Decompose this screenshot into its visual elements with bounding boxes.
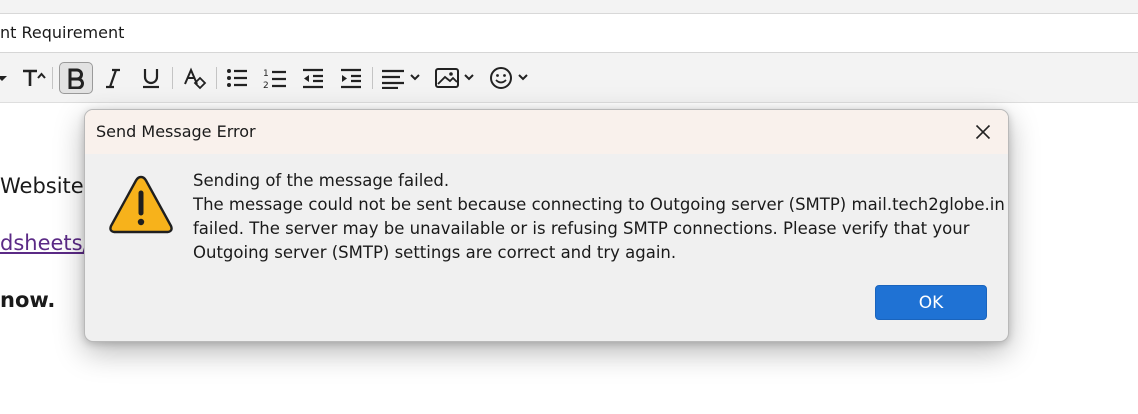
svg-text:1: 1: [263, 69, 269, 79]
ok-button[interactable]: OK: [875, 285, 987, 320]
dialog-title: Send Message Error: [96, 122, 256, 141]
indent-icon[interactable]: [336, 62, 366, 94]
subject-text: nt Requirement: [0, 23, 125, 42]
bold-icon: [68, 68, 84, 89]
close-icon: [975, 124, 991, 140]
bold-button[interactable]: [59, 62, 93, 94]
error-message-line: Outgoing server (SMTP) settings are corr…: [193, 243, 677, 262]
formatting-toolbar: 12: [0, 53, 1138, 103]
toolbar-separator: [372, 67, 373, 89]
subject-field[interactable]: nt Requirement: [0, 14, 1138, 53]
send-message-error-dialog: Send Message Error Sending of the messag…: [84, 109, 1009, 342]
warning-icon: [106, 173, 176, 237]
insert-image-icon[interactable]: [433, 62, 479, 94]
underline-button[interactable]: [136, 62, 166, 94]
dropdown-arrow-icon[interactable]: [0, 62, 10, 94]
italic-button[interactable]: [98, 62, 128, 94]
italic-icon: [106, 68, 120, 89]
font-size-icon[interactable]: [18, 62, 50, 94]
error-message: Sending of the message failed. The messa…: [193, 169, 1005, 265]
body-text-line: now.: [0, 288, 56, 312]
body-link[interactable]: dsheets/: [0, 231, 90, 255]
align-icon[interactable]: [379, 62, 425, 94]
close-button[interactable]: [970, 119, 996, 145]
toolbar-separator: [172, 67, 173, 89]
numbered-list-icon[interactable]: 12: [259, 62, 291, 94]
underline-icon: [143, 69, 159, 89]
svg-text:2: 2: [263, 81, 269, 90]
error-message-line: Sending of the message failed.: [193, 171, 450, 190]
outdent-icon[interactable]: [298, 62, 328, 94]
body-text-line: Website ,: [0, 174, 98, 198]
error-message-line: The message could not be sent because co…: [193, 195, 1005, 214]
toolbar-separator: [52, 67, 53, 89]
emoji-icon[interactable]: [487, 62, 533, 94]
clear-formatting-icon[interactable]: [178, 62, 210, 94]
error-message-line: failed. The server may be unavailable or…: [193, 219, 970, 238]
toolbar-separator: [216, 67, 217, 89]
dialog-titlebar[interactable]: Send Message Error: [85, 110, 1008, 154]
bulleted-list-icon[interactable]: [222, 62, 252, 94]
window-top-strip: [0, 0, 1138, 14]
